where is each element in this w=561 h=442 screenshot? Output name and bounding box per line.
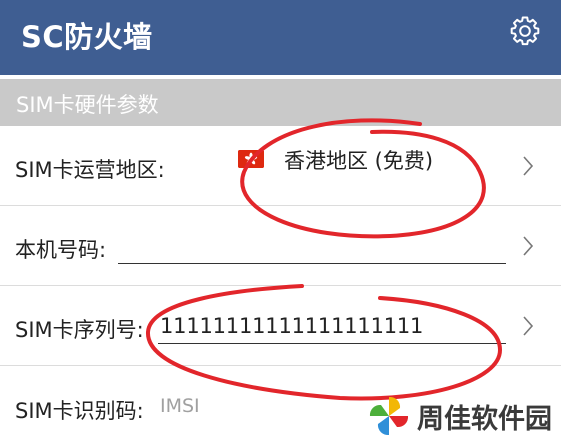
chevron-right-icon bbox=[523, 236, 534, 256]
section-title: SIM卡硬件参数 bbox=[16, 93, 159, 117]
watermark-text: 周佳软件园 bbox=[417, 404, 552, 435]
phone-number-input[interactable] bbox=[118, 263, 506, 264]
watermark-logo-icon bbox=[369, 396, 409, 436]
sim-serial-input[interactable]: 11111111111111111111 bbox=[160, 314, 423, 338]
sim-serial-label: SIM卡序列号: bbox=[15, 318, 144, 342]
sim-region-label: SIM卡运营地区: bbox=[15, 158, 165, 182]
sim-region-row[interactable]: SIM卡运营地区: 香港地区 (免费) bbox=[0, 126, 561, 206]
phone-number-row[interactable]: 本机号码: bbox=[0, 206, 561, 286]
sim-serial-row[interactable]: SIM卡序列号: 11111111111111111111 bbox=[0, 286, 561, 366]
chevron-right-icon bbox=[523, 316, 534, 336]
phone-number-label: 本机号码: bbox=[15, 238, 107, 262]
hong-kong-flag-icon bbox=[238, 150, 264, 168]
sim-region-value: 香港地区 (免费) bbox=[284, 149, 434, 173]
app-bar: SC防火墙 bbox=[0, 0, 561, 75]
sim-serial-underline bbox=[158, 343, 506, 344]
imsi-label: SIM卡识别码: bbox=[15, 399, 144, 423]
chevron-right-icon bbox=[523, 156, 534, 176]
section-header: SIM卡硬件参数 bbox=[0, 79, 561, 126]
gear-icon[interactable] bbox=[508, 14, 542, 48]
app-title: SC防火墙 bbox=[21, 20, 153, 54]
imsi-input[interactable]: IMSI bbox=[160, 395, 200, 417]
